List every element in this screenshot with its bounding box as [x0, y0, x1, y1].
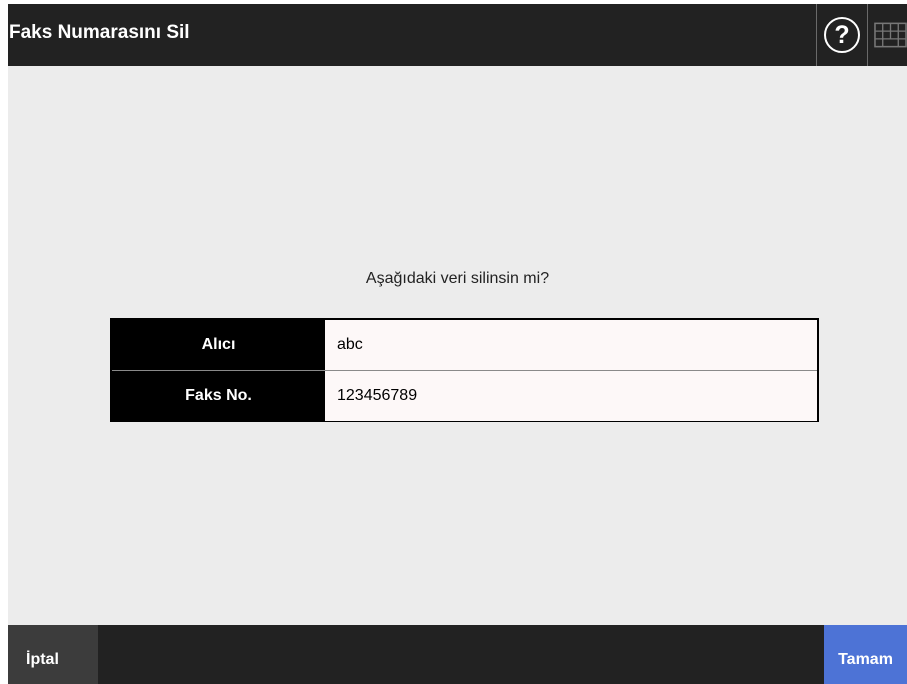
table-row: Faks No. 123456789: [112, 371, 817, 421]
fax-number-label: Faks No.: [112, 371, 325, 421]
fax-number-value: 123456789: [325, 371, 817, 421]
keyboard-icon: [874, 22, 907, 48]
confirmation-message: Aşağıdaki veri silinsin mi?: [365, 270, 550, 287]
cancel-button[interactable]: İptal: [8, 625, 98, 684]
keyboard-button[interactable]: [867, 4, 907, 66]
recipient-value: abc: [325, 320, 817, 370]
footer-bar: İptal Tamam: [8, 625, 907, 684]
recipient-label: Alıcı: [112, 320, 325, 370]
table-row: Alıcı abc: [112, 320, 817, 370]
details-table: Alıcı abc Faks No. 123456789: [110, 318, 819, 422]
title-bar: Faks Numarasını Sil ?: [8, 4, 907, 66]
help-icon: ?: [824, 17, 860, 53]
ok-button[interactable]: Tamam: [824, 625, 907, 684]
page-title: Faks Numarasını Sil: [9, 22, 190, 43]
help-button[interactable]: ?: [816, 4, 867, 66]
screen: Faks Numarasını Sil ? Aşağıdaki veri sil…: [8, 4, 907, 684]
